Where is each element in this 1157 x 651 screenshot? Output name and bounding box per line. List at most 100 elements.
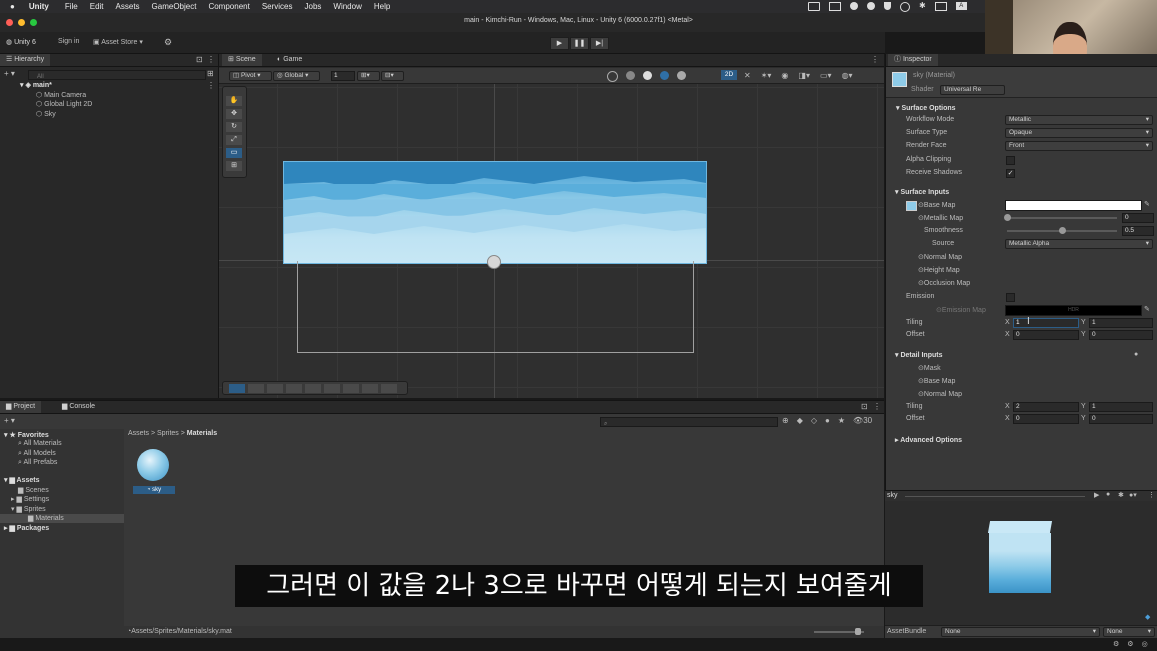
favorite-all-materials[interactable]: ⌕ All Materials [18, 440, 62, 448]
warning-icon[interactable]: ● [825, 416, 830, 425]
notification-icon[interactable]: ◎ [1142, 640, 1148, 648]
flip-tile-icon[interactable] [381, 384, 397, 393]
snap-settings-button[interactable]: ⊟▾ [381, 71, 404, 81]
favorite-star-icon[interactable]: ★ [838, 416, 845, 425]
pick-icon[interactable] [286, 384, 302, 393]
asset-item-sky[interactable]: ◔ sky [133, 447, 175, 495]
asset-store-button[interactable]: ▣ Asset Store ▾ [93, 38, 143, 46]
menu-gameobject[interactable]: GameObject [152, 2, 197, 11]
account-button[interactable]: ◍ Unity 6 [6, 38, 36, 46]
tiling-y-input[interactable]: 1 [1089, 318, 1153, 328]
tiling-x-input[interactable]: 1 [1013, 318, 1079, 328]
move-tool-button[interactable]: ✥ [226, 109, 242, 119]
unlit-icon[interactable] [660, 71, 669, 80]
folder-materials[interactable]: ▆ Materials [0, 514, 124, 523]
workflow-mode-dropdown[interactable]: Metallic ▾ [1005, 115, 1153, 125]
eraser-icon[interactable] [305, 384, 321, 393]
breadcrumb-sprites[interactable]: Sprites [157, 430, 179, 437]
preview-cube[interactable] [987, 521, 1053, 593]
hierarchy-item-main-camera[interactable]: ⬡ Main Camera [36, 91, 86, 99]
panel-menu-icon[interactable]: ⋮ [207, 55, 215, 64]
offset-y-input[interactable]: 0 [1089, 330, 1153, 340]
packages-item[interactable]: ▸ ▆ Packages [4, 524, 49, 532]
preview-background-icon[interactable]: ●▾ [1129, 491, 1137, 499]
hand-tool-button[interactable]: ✋ [226, 96, 242, 106]
alpha-clipping-checkbox[interactable] [1006, 156, 1015, 165]
menu-component[interactable]: Component [208, 2, 249, 11]
audio-toggle-icon[interactable]: ✶▾ [761, 71, 772, 80]
scene-canvas[interactable] [219, 84, 884, 398]
shader-dropdown[interactable]: Universal Re [940, 85, 1005, 95]
sign-in-button[interactable]: Sign in [58, 38, 79, 45]
camera-settings-icon[interactable]: ▭▾ [820, 71, 832, 80]
rect-tool-button[interactable]: ▭ [226, 148, 242, 158]
rotate-tile-icon[interactable] [362, 384, 378, 393]
surface-type-dropdown[interactable]: Opaque ▾ [1005, 128, 1153, 138]
project-menu-icon[interactable]: ⋮ [873, 402, 881, 411]
emission-checkbox[interactable] [1006, 293, 1015, 302]
detail-inputs-header[interactable]: ▾ Detail Inputs [895, 351, 942, 359]
folder-scenes[interactable]: ▆ Scenes [18, 486, 49, 494]
pause-button[interactable]: ❚❚ [570, 37, 589, 50]
detail-offset-y-input[interactable]: 0 [1089, 414, 1153, 424]
step-button[interactable]: ▶| [590, 37, 609, 50]
fill-icon[interactable] [324, 384, 340, 393]
metallic-value-field[interactable]: 0 [1122, 213, 1154, 223]
project-search-input[interactable]: ⌕ [600, 417, 778, 427]
offset-x-input[interactable]: 0 [1013, 330, 1079, 340]
search-by-tag-icon[interactable]: ◇ [811, 416, 817, 425]
shaded-icon[interactable] [643, 71, 652, 80]
settings-gear-icon[interactable]: ⚙ [164, 37, 172, 48]
menu-file[interactable]: File [65, 2, 78, 11]
tab-game[interactable]: ◐ Game [271, 54, 309, 66]
detail-tiling-y-input[interactable]: 1 [1089, 402, 1153, 412]
advanced-options-header[interactable]: ▸ Advanced Options [895, 436, 962, 444]
box-fill-icon[interactable] [267, 384, 283, 393]
render-mode-icon[interactable] [677, 71, 686, 80]
scale-tool-button[interactable]: ⤢ [226, 135, 242, 145]
favorite-all-prefabs[interactable]: ⌕ All Prefabs [18, 459, 57, 467]
shaded-wireframe-icon[interactable] [626, 71, 635, 80]
smoothness-value-field[interactable]: 0.5 [1122, 226, 1154, 236]
menu-window[interactable]: Window [333, 2, 361, 11]
breadcrumb-assets[interactable]: Assets [128, 430, 149, 437]
preview-play-icon[interactable]: ▶ [1094, 491, 1099, 499]
receive-shadows-checkbox[interactable]: ✓ [1006, 169, 1015, 178]
base-map-thumbnail[interactable] [906, 201, 917, 211]
scene-menu-icon[interactable]: ⋮ [207, 81, 215, 90]
tab-scene[interactable]: ⊞ Scene [222, 54, 262, 66]
hidden-objects-icon[interactable]: ◨▾ [798, 71, 810, 80]
detail-offset-x-input[interactable]: 0 [1013, 414, 1079, 424]
lock-icon[interactable]: ⊡ [196, 55, 203, 64]
surface-options-header[interactable]: ▾ Surface Options [896, 104, 956, 112]
emission-eyedropper-icon[interactable]: ✎ [1144, 305, 1150, 313]
grid-snap-input[interactable]: 1 [331, 71, 355, 81]
play-button[interactable]: ▶ [550, 37, 569, 50]
detail-tiling-x-input[interactable]: 2 [1013, 402, 1079, 412]
tab-project[interactable]: ▆ Project [0, 401, 42, 413]
move-selection-icon[interactable] [343, 384, 359, 393]
emission-color-field[interactable]: HDR [1005, 305, 1142, 316]
lighting-toggle-icon[interactable]: ✕ [744, 71, 751, 80]
surface-inputs-header[interactable]: ▾ Surface Inputs [895, 188, 949, 196]
grid-select-icon[interactable] [229, 384, 245, 393]
display-mirror-icon[interactable] [934, 2, 947, 11]
base-map-color-field[interactable] [1005, 200, 1142, 211]
detail-help-icon[interactable]: ● [1134, 351, 1138, 358]
pivot-dropdown[interactable]: ◫ Pivot ▾ [229, 71, 272, 81]
tab-console[interactable]: ▆ Console [56, 401, 102, 413]
display-icon[interactable] [829, 2, 841, 11]
preview-shape-icon[interactable]: ● [1106, 491, 1110, 498]
menu-assets[interactable]: Assets [116, 2, 140, 11]
preview-menu-icon[interactable]: ⋮ [1148, 491, 1155, 499]
input-source-icon[interactable]: A [955, 2, 967, 10]
preview-light-icon[interactable]: ✱ [1118, 491, 1124, 499]
gizmos-icon[interactable]: ◍▾ [842, 71, 853, 80]
assets-folder-item[interactable]: ▾ ▆ Assets [4, 476, 40, 484]
user-icon[interactable] [900, 2, 910, 12]
global-dropdown[interactable]: ◎ Global ▾ [273, 71, 320, 81]
asset-label-icon[interactable]: ◆ [1145, 613, 1150, 621]
metallic-slider-track[interactable] [1007, 217, 1117, 219]
scene-panel-menu-icon[interactable]: ⋮ [871, 55, 879, 64]
transform-tool-button[interactable]: ⊞ [226, 161, 242, 171]
